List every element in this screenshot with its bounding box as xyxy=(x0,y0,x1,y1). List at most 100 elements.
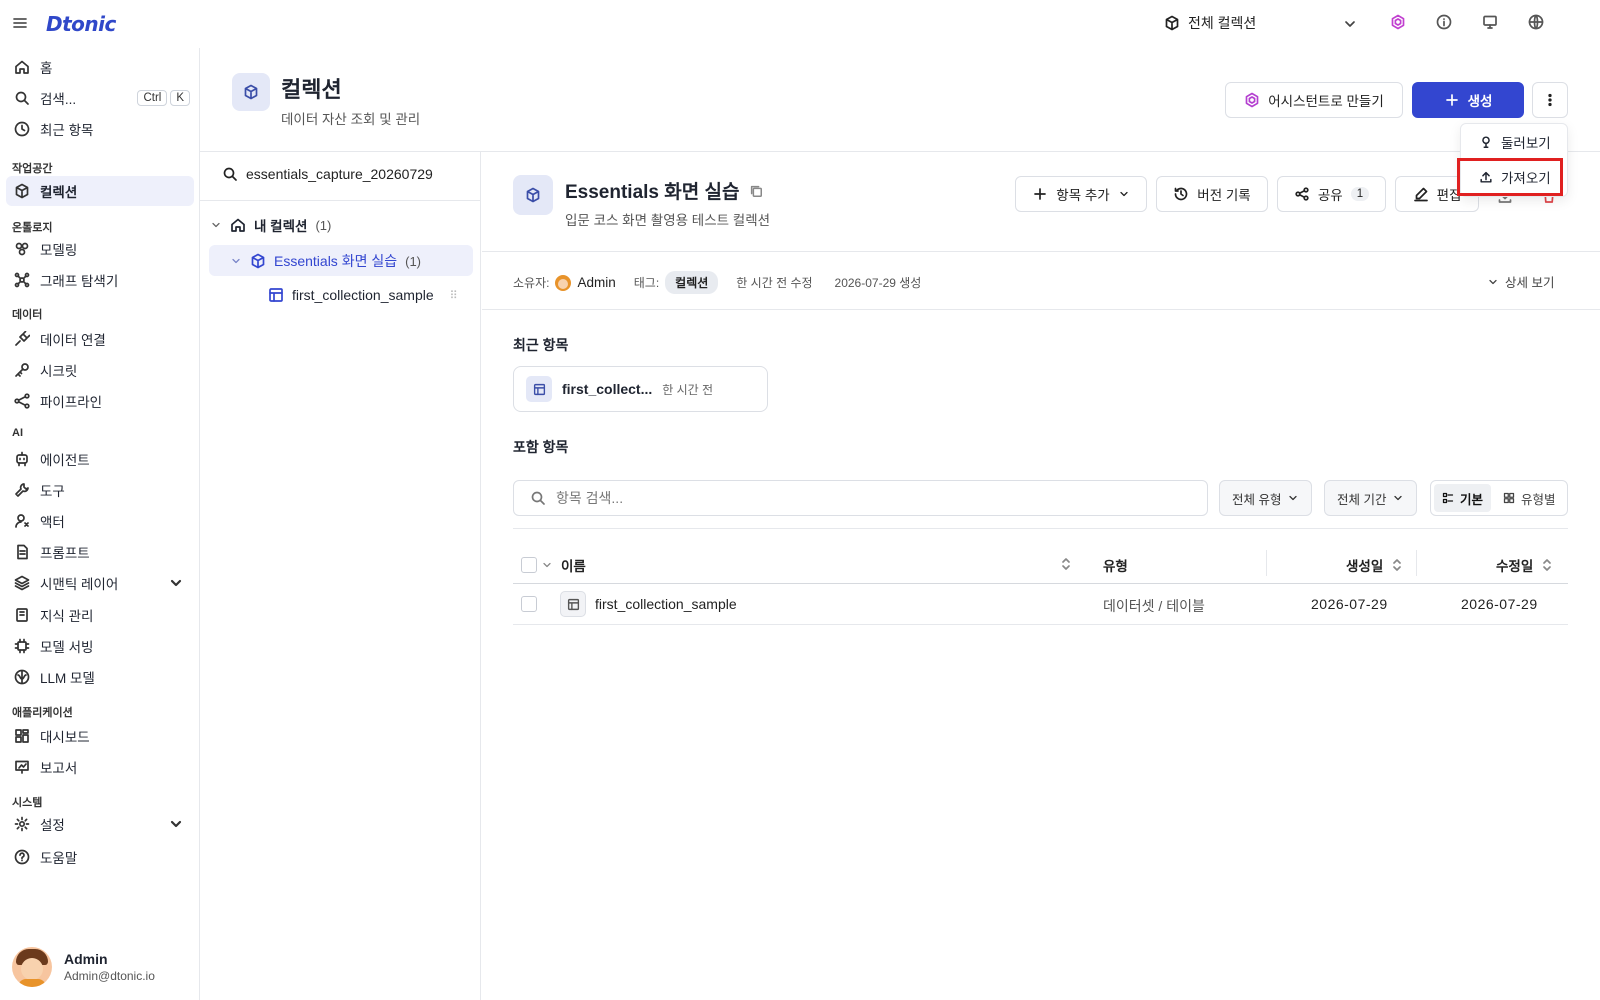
row-checkbox[interactable] xyxy=(521,596,537,612)
nav-settings[interactable]: 설정 xyxy=(6,809,194,839)
tree-my-collections[interactable]: 내 컬렉션 (1) xyxy=(210,215,331,235)
version-history-button[interactable]: 버전 기록 xyxy=(1156,176,1268,212)
page-title: 컬렉션 xyxy=(281,77,342,102)
home-icon xyxy=(15,60,29,74)
column-header-name[interactable]: 이름 xyxy=(561,555,586,575)
menu-item-tour[interactable]: 둘러보기 xyxy=(1461,127,1569,157)
nav-modeling[interactable]: 모델링 xyxy=(6,234,194,264)
copy-icon[interactable] xyxy=(749,184,763,198)
type-filter-dropdown[interactable]: 전체 유형 xyxy=(1219,480,1313,516)
gear-icon xyxy=(14,816,30,832)
recent-item-card[interactable]: first_collect... 한 시간 전 xyxy=(513,366,768,412)
divider xyxy=(482,309,1600,310)
nav-label: 최근 항목 xyxy=(40,123,94,138)
tree-search[interactable]: essentials_capture_20260729 xyxy=(222,166,433,182)
nav-collections[interactable]: 컬렉션 xyxy=(6,176,194,206)
nav-semantic-layer[interactable]: 시맨틱 레이어 xyxy=(6,568,194,598)
top-bar: Dtonic 전체 컬렉션 xyxy=(0,0,1600,48)
sort-icon[interactable] xyxy=(1058,556,1074,572)
kbd-k: K xyxy=(170,90,190,106)
ai-assistant-icon[interactable] xyxy=(1390,14,1406,30)
collection-meta: 소유자: Admin 태그: 컬렉션 한 시간 전 수정 2026-07-29 … xyxy=(513,271,921,294)
chevron-down-icon[interactable] xyxy=(1342,16,1358,32)
collection-title-text: Essentials 화면 실습 xyxy=(565,182,740,203)
nav-dashboard[interactable]: 대시보드 xyxy=(6,721,194,751)
nav-help[interactable]: 도움말 xyxy=(6,842,194,872)
user-profile[interactable]: Admin Admin@dtonic.io xyxy=(12,947,155,987)
nav-label: 설정 xyxy=(40,818,65,833)
nav-label: 프롬프트 xyxy=(40,546,90,561)
select-all-checkbox[interactable] xyxy=(521,557,553,573)
show-details-toggle[interactable]: 상세 보기 xyxy=(1487,272,1554,291)
nav-pipeline[interactable]: 파이프라인 xyxy=(6,386,194,416)
nav-prompt[interactable]: 프롬프트 xyxy=(6,537,194,567)
tree-item-first-collection-sample[interactable]: first_collection_sample ⠿ xyxy=(268,287,458,303)
sidebar: 홈 검색... Ctrl K 최근 항목 작업공간 컬렉션 온톨로지 모델링 그래프… xyxy=(0,48,200,1000)
dashboard-icon xyxy=(15,729,29,743)
more-options-button[interactable] xyxy=(1532,82,1568,118)
tour-icon xyxy=(1482,136,1490,148)
nav-graph[interactable]: 그래프 탐색기 xyxy=(6,265,194,295)
nav-search[interactable]: 검색... Ctrl K xyxy=(6,83,194,113)
button-label: 생성 xyxy=(1467,94,1493,109)
add-item-button[interactable]: 항목 추가 xyxy=(1015,176,1147,212)
tag-badge[interactable]: 컬렉션 xyxy=(665,271,719,294)
checkbox[interactable] xyxy=(521,557,537,573)
header-label: 이름 xyxy=(561,559,586,574)
cell-name[interactable]: first_collection_sample xyxy=(595,596,737,612)
nav-llm-model[interactable]: LLM 모델 xyxy=(6,662,194,692)
monitor-icon[interactable] xyxy=(1482,14,1498,30)
chevron-down-icon xyxy=(1394,495,1403,501)
nav-label: 시맨틱 레이어 xyxy=(40,577,119,592)
recent-item-name: first_collect... xyxy=(562,381,653,397)
collection-scope-select[interactable]: 전체 컬렉션 xyxy=(1164,13,1256,33)
section-ontology: 온톨로지 xyxy=(12,222,53,234)
chevron-down-icon xyxy=(1489,279,1497,284)
nav-report[interactable]: 보고서 xyxy=(6,752,194,782)
collection-cube-icon xyxy=(232,73,270,111)
cell-modified: 2026-07-29 xyxy=(1461,596,1538,612)
more-options-menu: 둘러보기 가져오기 xyxy=(1457,123,1569,197)
nav-knowledge[interactable]: 지식 관리 xyxy=(6,600,194,630)
view-type-option[interactable]: 유형별 xyxy=(1495,484,1564,512)
scope-label: 전체 컬렉션 xyxy=(1188,15,1257,31)
nav-actor[interactable]: 액터 xyxy=(6,506,194,536)
plus-icon xyxy=(1034,188,1047,200)
nav-agent[interactable]: 에이전트 xyxy=(6,444,194,474)
assistant-create-button[interactable]: 어시스턴트로 만들기 xyxy=(1225,82,1403,118)
menu-item-import[interactable]: 가져오기 xyxy=(1457,158,1563,196)
nav-data-connection[interactable]: 데이터 연결 xyxy=(6,324,194,354)
logo[interactable]: Dtonic xyxy=(46,12,116,36)
cube-icon xyxy=(15,183,29,199)
view-basic-option[interactable]: 기본 xyxy=(1434,484,1492,512)
nav-model-serving[interactable]: 모델 서빙 xyxy=(6,631,194,661)
menu-icon[interactable] xyxy=(12,15,28,31)
section-data: 데이터 xyxy=(12,309,43,321)
chevron-down-icon[interactable] xyxy=(168,575,184,591)
drag-handle-icon[interactable]: ⠿ xyxy=(450,289,458,302)
section-system: 시스템 xyxy=(12,797,43,809)
column-header-created[interactable]: 생성일 xyxy=(1346,555,1405,575)
create-button[interactable]: 생성 xyxy=(1412,82,1524,118)
user-email: Admin@dtonic.io xyxy=(64,969,155,983)
nav-home[interactable]: 홈 xyxy=(6,52,194,82)
chevron-down-icon[interactable] xyxy=(168,816,184,832)
nav-recent[interactable]: 최근 항목 xyxy=(6,114,194,144)
column-header-type[interactable]: 유형 xyxy=(1103,555,1128,575)
info-icon[interactable] xyxy=(1436,14,1452,30)
recent-section-title: 최근 항목 xyxy=(513,337,569,353)
item-search-input[interactable]: 항목 검색... xyxy=(513,480,1208,516)
home-icon xyxy=(231,218,245,232)
header-label: 유형 xyxy=(1103,559,1128,574)
period-filter-dropdown[interactable]: 전체 기간 xyxy=(1324,480,1418,516)
share-button[interactable]: 공유 1 xyxy=(1277,176,1386,212)
sort-icon xyxy=(1543,559,1552,571)
nav-label: 액터 xyxy=(40,515,65,530)
column-header-modified[interactable]: 수정일 xyxy=(1496,555,1555,575)
nav-tool[interactable]: 도구 xyxy=(6,475,194,505)
chevron-down-icon xyxy=(232,258,240,264)
tree-collection-essentials[interactable]: Essentials 화면 실습 (1) xyxy=(230,251,421,271)
nav-secret[interactable]: 시크릿 xyxy=(6,355,194,385)
chevron-down-icon xyxy=(1289,495,1298,501)
globe-icon[interactable] xyxy=(1528,14,1544,30)
